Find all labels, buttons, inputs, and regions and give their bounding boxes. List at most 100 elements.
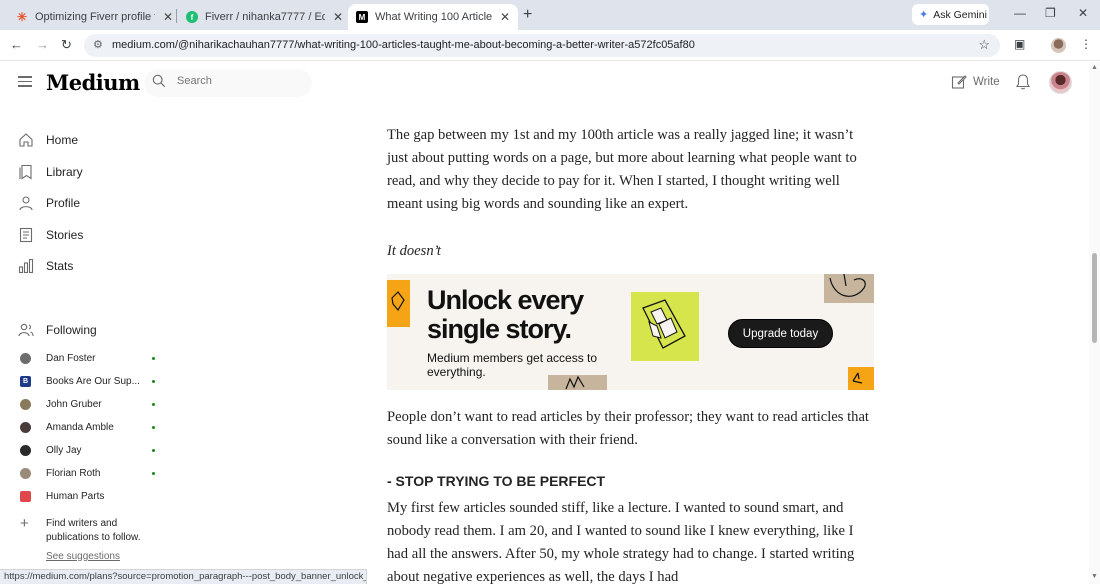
avatar: B (20, 376, 31, 387)
url-text: medium.com/@niharikachauhan7777/what-wri… (112, 39, 695, 51)
scroll-up-arrow-icon[interactable]: ▲ (1091, 64, 1098, 71)
browser-tab[interactable]: f Fiverr / nihanka7777 / Edit Gig ✕ (178, 4, 351, 30)
sidebar-item-home[interactable]: Home (18, 132, 78, 148)
link-status-bar: https://medium.com/plans?source=promotio… (0, 569, 367, 584)
fiverr-favicon-icon: f (186, 11, 198, 23)
find-writers-text: Find writers and publications to follow. (46, 518, 141, 543)
decoration-doodle-icon (565, 375, 585, 390)
plus-icon: + (20, 515, 29, 532)
browser-tab[interactable]: ✳ Optimizing Fiverr profile from I ✕ (8, 4, 181, 30)
decoration-doodle-icon (391, 291, 405, 312)
minimize-icon[interactable]: — (1014, 6, 1026, 20)
ask-gemini-button[interactable]: ✦ Ask Gemini (912, 4, 989, 25)
ask-gemini-label: Ask Gemini (933, 8, 987, 21)
bookmark-star-icon[interactable]: ☆ (978, 37, 990, 53)
avatar (20, 422, 31, 433)
following-item[interactable]: Human Parts (20, 491, 155, 502)
see-suggestions-link[interactable]: See suggestions (46, 551, 120, 562)
new-story-dot (152, 357, 155, 360)
banner-title: Unlock every single story. (427, 285, 584, 344)
bar-chart-icon (18, 258, 34, 274)
reload-icon[interactable]: ↻ (61, 37, 72, 53)
following-header[interactable]: Following (18, 322, 97, 338)
following-item[interactable]: John Gruber (20, 399, 155, 410)
avatar (20, 353, 31, 364)
document-icon (18, 227, 34, 243)
avatar (20, 399, 31, 410)
back-icon[interactable]: ← (10, 37, 23, 52)
forward-icon[interactable]: → (36, 37, 49, 52)
write-icon (951, 75, 967, 89)
site-info-icon[interactable]: ⚙ (93, 38, 103, 51)
following-item[interactable]: B Books Are Our Sup... (20, 376, 155, 387)
article-paragraph: The gap between my 1st and my 100th arti… (387, 127, 857, 212)
following-item[interactable]: Olly Jay (20, 445, 155, 456)
tab-title: Optimizing Fiverr profile from I (35, 11, 155, 23)
restore-icon[interactable]: ❐ (1045, 6, 1056, 20)
following-name: Books Are Our Sup... (46, 376, 140, 387)
browser-tab-active[interactable]: M What Writing 100 Articles Taug ✕ (348, 4, 518, 30)
following-name: Dan Foster (46, 353, 96, 364)
close-tab-icon[interactable]: ✕ (333, 10, 343, 24)
tab-search-icon[interactable]: ▣ (1014, 37, 1025, 51)
medium-header: Medium Write (0, 61, 1100, 105)
following-icon (18, 322, 34, 338)
sidebar-item-stories[interactable]: Stories (18, 227, 83, 243)
search-icon (152, 74, 166, 88)
close-tab-icon[interactable]: ✕ (163, 10, 173, 24)
new-story-dot (152, 403, 155, 406)
new-story-dot (152, 380, 155, 383)
medium-favicon-icon: M (356, 11, 368, 23)
scrollbar-thumb[interactable] (1092, 253, 1097, 343)
following-item[interactable]: Dan Foster (20, 353, 155, 364)
new-story-dot (152, 472, 155, 475)
upgrade-today-button[interactable]: Upgrade today (728, 319, 833, 348)
sidebar-item-stats[interactable]: Stats (18, 258, 73, 274)
avatar (20, 445, 31, 456)
sidebar-item-label: Library (46, 165, 83, 179)
search-input[interactable] (177, 75, 297, 87)
sidebar-item-label: Stories (46, 228, 84, 242)
phone-illustration (631, 292, 699, 361)
following-name: Olly Jay (46, 445, 82, 456)
new-story-dot (152, 426, 155, 429)
sidebar-item-label: Stats (46, 259, 74, 273)
decoration-doodle-icon (852, 372, 863, 384)
close-tab-icon[interactable]: ✕ (500, 10, 510, 24)
search-box[interactable] (144, 69, 312, 97)
write-button[interactable]: Write (951, 74, 1000, 90)
browser-profile-avatar[interactable] (1051, 38, 1066, 53)
following-label: Following (46, 323, 97, 337)
sidebar-item-profile[interactable]: Profile (18, 195, 80, 211)
user-avatar[interactable] (1049, 71, 1072, 94)
following-item[interactable]: Florian Roth (20, 468, 155, 479)
browser-menu-icon[interactable]: ⋮ (1080, 37, 1092, 51)
write-label: Write (973, 76, 1000, 88)
close-window-icon[interactable]: ✕ (1078, 6, 1088, 20)
tab-title: Fiverr / nihanka7777 / Edit Gig (205, 11, 325, 23)
claude-favicon-icon: ✳ (16, 10, 28, 24)
notifications-bell-icon[interactable] (1015, 73, 1031, 91)
home-icon (18, 132, 34, 148)
avatar (20, 468, 31, 479)
sidebar-item-label: Home (46, 133, 79, 147)
membership-promo-banner[interactable]: Unlock every single story. Medium member… (387, 274, 874, 390)
page-scrollbar[interactable]: ▲ ▼ (1089, 62, 1100, 584)
following-item[interactable]: Amanda Amble (20, 422, 155, 433)
sidebar-item-label: Profile (46, 196, 81, 210)
sidebar-item-library[interactable]: Library (18, 164, 83, 180)
new-story-dot (152, 449, 155, 452)
medium-logo[interactable]: Medium (46, 70, 140, 95)
following-name: Amanda Amble (46, 422, 114, 433)
person-icon (18, 195, 34, 211)
following-name: Florian Roth (46, 468, 101, 479)
new-tab-icon[interactable]: + (523, 6, 532, 24)
url-field[interactable]: ⚙ medium.com/@niharikachauhan7777/what-w… (84, 34, 1000, 57)
menu-icon[interactable] (18, 76, 32, 87)
tab-title: What Writing 100 Articles Taug (375, 11, 492, 23)
article-paragraph: It doesn’t (387, 243, 441, 259)
decoration-doodle-icon (829, 274, 866, 297)
scroll-down-arrow-icon[interactable]: ▼ (1091, 573, 1098, 580)
article-heading: - STOP TRYING TO BE PERFECT (387, 473, 606, 489)
browser-tab-bar: ✳ Optimizing Fiverr profile from I ✕ f F… (0, 0, 1100, 30)
